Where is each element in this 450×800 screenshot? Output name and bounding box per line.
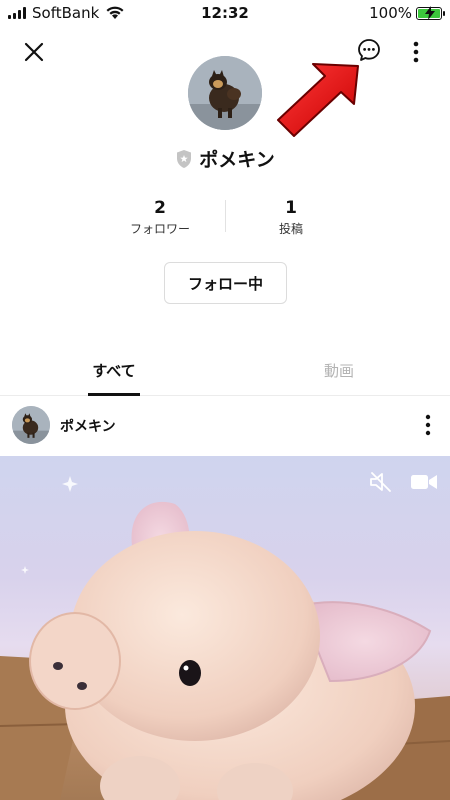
video-camera-icon bbox=[411, 475, 437, 489]
profile-name-row: ポメキン bbox=[0, 145, 450, 172]
followers-count: 2 bbox=[154, 198, 166, 218]
profile-avatar[interactable] bbox=[188, 56, 262, 130]
battery-percent: 100% bbox=[369, 4, 412, 22]
tab-video[interactable]: 動画 bbox=[228, 344, 450, 396]
mute-button[interactable] bbox=[368, 470, 394, 494]
dog-photo-small bbox=[12, 406, 50, 444]
shield-icon bbox=[177, 149, 192, 168]
more-vertical-icon bbox=[413, 41, 419, 63]
profile-stats: 2 フォロワー 1 投稿 bbox=[0, 198, 450, 238]
more-options-button[interactable] bbox=[405, 36, 427, 68]
posts-count: 1 bbox=[285, 198, 297, 218]
post-video[interactable] bbox=[0, 456, 450, 800]
following-button[interactable]: フォロー中 bbox=[164, 262, 287, 304]
post-author-avatar[interactable] bbox=[12, 406, 50, 444]
battery-fill bbox=[418, 5, 440, 20]
stats-divider bbox=[225, 200, 226, 232]
post-header: ポメキン bbox=[0, 406, 450, 448]
video-indicator bbox=[410, 472, 438, 492]
post-more-button[interactable] bbox=[418, 412, 438, 438]
pig-plush-image bbox=[0, 476, 450, 800]
content-tabs: すべて 動画 bbox=[0, 344, 450, 396]
battery-icon bbox=[416, 5, 445, 20]
posts-label: 投稿 bbox=[278, 222, 303, 236]
tab-all[interactable]: すべて bbox=[0, 344, 228, 396]
dog-photo bbox=[188, 56, 262, 130]
status-bar: SoftBank 12:32 100% bbox=[0, 0, 450, 26]
red-arrow-icon bbox=[277, 63, 359, 137]
close-icon bbox=[24, 42, 44, 62]
status-right: 100% bbox=[369, 4, 445, 22]
close-button[interactable] bbox=[18, 36, 50, 68]
more-vertical-icon bbox=[425, 414, 431, 436]
post-author-name[interactable]: ポメキン bbox=[60, 416, 116, 436]
followers-label: フォロワー bbox=[129, 222, 190, 236]
active-tab-indicator bbox=[88, 393, 140, 396]
profile-name: ポメキン bbox=[199, 149, 275, 171]
speaker-muted-icon bbox=[370, 472, 391, 492]
followers-stat[interactable]: 2 フォロワー bbox=[100, 198, 220, 237]
charging-bolt-icon bbox=[425, 5, 435, 20]
posts-stat[interactable]: 1 投稿 bbox=[231, 198, 351, 237]
